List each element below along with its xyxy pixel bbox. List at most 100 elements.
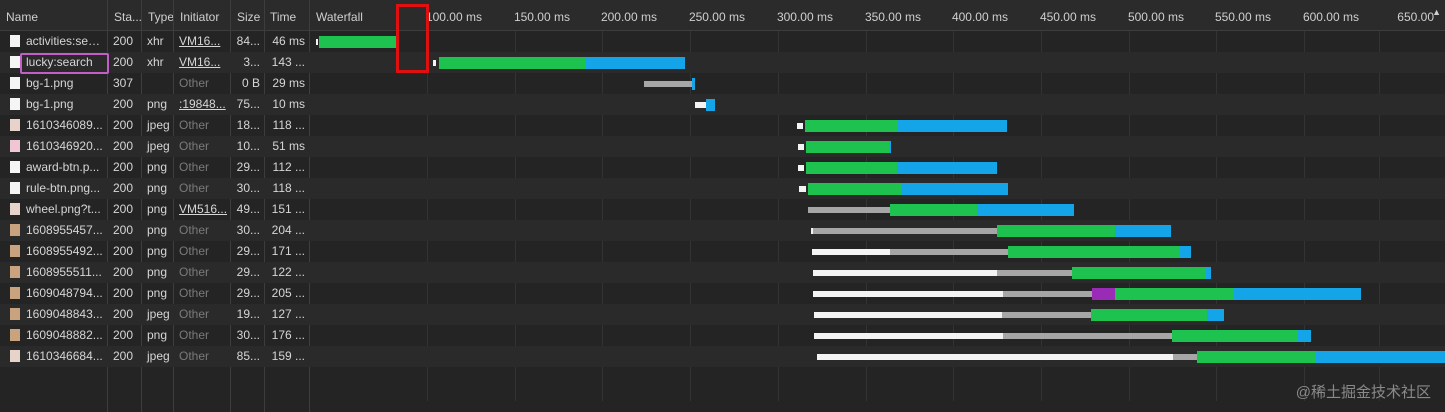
request-row[interactable]: 1609048843... 200 jpeg Other 19... 127 ... — [0, 304, 1445, 325]
size-cell: 30... — [236, 328, 260, 342]
waterfall-tick-label: 450.00 ms — [1039, 10, 1096, 24]
waterfall-tick-label: 200.00 ms — [600, 10, 657, 24]
request-row[interactable]: bg-1.png 307 Other 0 B 29 ms — [0, 73, 1445, 94]
waterfall-bar-green — [1072, 267, 1206, 279]
name-cell[interactable]: 1609048843... — [0, 304, 107, 325]
header-waterfall[interactable]: Waterfall — [310, 0, 400, 30]
header-initiator[interactable]: Initiator — [174, 0, 232, 30]
request-name: 1609048794... — [26, 286, 103, 300]
time-cell: 112 ... — [272, 160, 305, 174]
waterfall-tick-label: 250.00 ms — [688, 10, 745, 24]
header-name[interactable]: Name — [0, 0, 108, 30]
waterfall-bar-white — [817, 354, 1173, 360]
initiator-cell[interactable]: VM16... — [173, 31, 230, 52]
sort-up-icon[interactable]: ▲ — [1432, 7, 1441, 17]
waterfall-bar-gray — [644, 81, 692, 87]
name-cell[interactable]: 1610346684... — [0, 346, 107, 367]
time-cell: 118 ... — [272, 181, 305, 195]
waterfall-bar-blue — [1180, 246, 1191, 258]
waterfall-bar-blue — [1298, 330, 1311, 342]
header-time[interactable]: Time — [264, 0, 310, 30]
request-row[interactable]: rule-btn.png... 200 png Other 30... 118 ... — [0, 178, 1445, 199]
highlight-box-pink — [20, 53, 109, 74]
request-name: bg-1.png — [26, 76, 74, 90]
initiator-cell[interactable]: :19848... — [173, 94, 230, 115]
type-cell: jpeg — [147, 139, 170, 153]
request-name: 1608955457... — [26, 223, 103, 237]
pink-image-icon — [10, 140, 20, 152]
waterfall-tick-label: 550.00 ms — [1214, 10, 1271, 24]
size-cell: 84... — [236, 34, 260, 48]
initiator-cell: Other — [179, 118, 210, 132]
name-cell[interactable]: 1609048794... — [0, 283, 107, 304]
size-cell: 3... — [243, 55, 260, 69]
name-cell[interactable]: 1608955492... — [0, 241, 107, 262]
request-row[interactable]: 1609048882... 200 png Other 30... 176 ... — [0, 325, 1445, 346]
request-row[interactable]: 1608955457... 200 png Other 30... 204 ... — [0, 220, 1445, 241]
header-size[interactable]: Size — [231, 0, 267, 30]
name-cell[interactable]: 1610346089... — [0, 115, 107, 136]
name-cell[interactable]: bg-1.png — [0, 94, 107, 115]
initiator-cell: Other — [179, 139, 210, 153]
waterfall-bar-white — [316, 39, 318, 45]
initiator-cell: Other — [179, 244, 210, 258]
photo-icon — [10, 287, 20, 299]
name-cell[interactable]: wheel.png?t... — [0, 199, 107, 220]
size-cell: 75... — [236, 97, 260, 111]
request-row[interactable]: 1610346920... 200 jpeg Other 10... 51 ms — [0, 136, 1445, 157]
request-row[interactable]: wheel.png?t... 200 png VM516... 49... 151 ... — [0, 199, 1445, 220]
request-row[interactable]: 1608955492... 200 png Other 29... 171 ... — [0, 241, 1445, 262]
name-cell[interactable]: award-btn.p... — [0, 157, 107, 178]
request-row[interactable]: activities:sea... 200 xhr VM16... 84... 46 ms — [0, 31, 1445, 52]
type-cell: png — [147, 223, 168, 237]
request-name: 1608955492... — [26, 244, 103, 258]
request-name: 1609048882... — [26, 328, 103, 342]
name-cell[interactable]: 1610346920... — [0, 136, 107, 157]
waterfall-bar-gray — [890, 249, 1008, 255]
initiator-cell[interactable]: VM16... — [173, 52, 230, 73]
time-cell: 159 ... — [271, 349, 305, 363]
waterfall-bar-green — [1008, 246, 1180, 258]
name-cell[interactable]: bg-1.png — [0, 73, 107, 94]
waterfall-bar-green — [1197, 351, 1316, 363]
request-row[interactable]: 1609048794... 200 png Other 29... 205 ... — [0, 283, 1445, 304]
waterfall-bar-white — [812, 249, 890, 255]
request-name: 1610346684... — [26, 349, 103, 363]
size-cell: 29... — [236, 160, 260, 174]
initiator-cell: Other — [179, 181, 210, 195]
request-row[interactable]: award-btn.p... 200 png Other 29... 112 ... — [0, 157, 1445, 178]
file-icon — [10, 161, 20, 173]
waterfall-bar-blue — [1206, 267, 1211, 279]
file-icon — [10, 77, 20, 89]
request-row[interactable]: 1610346089... 200 jpeg Other 18... 118 ... — [0, 115, 1445, 136]
initiator-cell[interactable]: VM516... — [173, 199, 230, 220]
initiator-cell: Other — [179, 160, 210, 174]
name-cell[interactable]: activities:sea... — [0, 31, 107, 52]
waterfall-bar-blue — [897, 162, 997, 174]
request-row[interactable]: bg-1.png 200 png:19848... 75... 10 ms — [0, 94, 1445, 115]
request-row[interactable]: lucky:search 200 xhr VM16... 3... 143 ... — [0, 52, 1445, 73]
waterfall-bar-green — [1115, 288, 1234, 300]
waterfall-bar-gray — [1003, 291, 1092, 297]
time-cell: 171 ... — [271, 244, 305, 258]
name-cell[interactable]: 1608955457... — [0, 220, 107, 241]
header-status[interactable]: Sta... — [108, 0, 142, 30]
file-icon — [10, 35, 20, 47]
name-cell[interactable]: rule-btn.png... — [0, 178, 107, 199]
request-row[interactable]: 1608955511... 200 png Other 29... 122 ... — [0, 262, 1445, 283]
request-row[interactable]: 1610346684... 200 jpeg Other 85... 159 ... — [0, 346, 1445, 367]
time-cell: 118 ... — [272, 118, 305, 132]
type-cell: png — [147, 286, 168, 300]
waterfall-bar-white — [798, 144, 804, 150]
status-cell: 200 — [113, 118, 134, 132]
waterfall-bar-blue — [977, 204, 1074, 216]
waterfall-tick-label: 350.00 ms — [864, 10, 921, 24]
name-cell[interactable]: 1608955511... — [0, 262, 107, 283]
header-type[interactable]: Type — [142, 0, 176, 30]
time-cell: 10 ms — [272, 97, 305, 111]
waterfall-bar-green — [1172, 330, 1298, 342]
waterfall-bar-white — [813, 291, 1003, 297]
name-cell[interactable]: 1609048882... — [0, 325, 107, 346]
time-cell: 46 ms — [272, 34, 305, 48]
type-cell: png — [147, 202, 168, 216]
